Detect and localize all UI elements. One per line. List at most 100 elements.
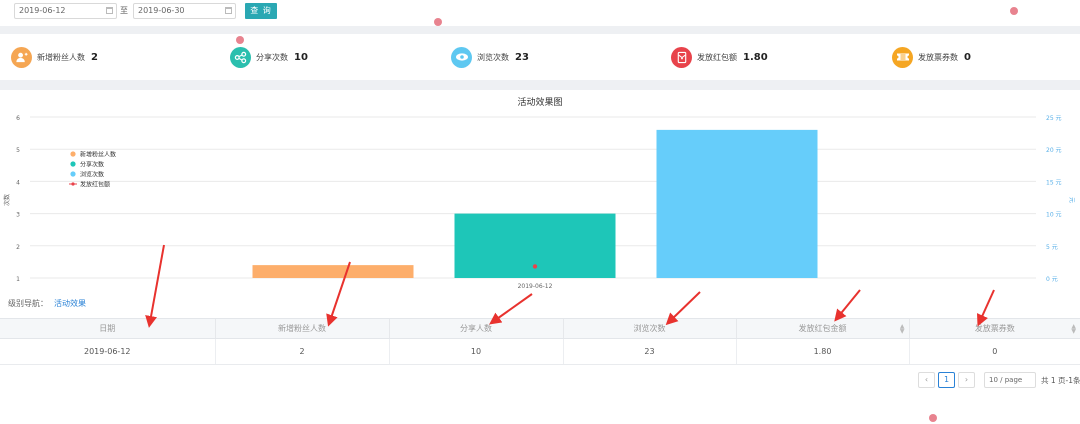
y-tick-label: 3 [16,212,20,219]
y-tick-label: 4 [16,179,20,186]
column-header-red-packet[interactable]: 发放红包金额 ▲ ▼ [735,318,909,339]
next-page-button[interactable]: › [958,372,975,388]
section-divider [0,26,1080,34]
breadcrumb-label: 级别导航： [8,299,48,308]
line-point [532,264,538,269]
red-packet-icon [671,46,692,68]
y2-tick-label: 10 元 [1046,212,1062,219]
table-row: 2019-06-12 2 10 23 1.80 0 [0,338,1080,365]
y-axis-label: 次数 [3,194,11,206]
y2-tick-label: 15 元 [1046,179,1062,186]
table-header-row: 日期 新增粉丝人数 分享人数 浏览次数 发放红包金额 ▲ ▼ 发放票券数 ▲ ▼ [0,318,1080,339]
stat-label: 浏览次数 [477,52,509,62]
activity-chart-panel: 活动效果图 1234560 元5 元 10 元 15 元 20 元 25 元次数元 201… [0,90,1080,290]
annotation-dot [434,18,442,26]
annotation-arrow [977,289,995,327]
y2-axis-label: 元 [1068,197,1075,203]
column-header-views: 浏览次数 [562,318,736,339]
date-range-separator: 至 [120,6,128,15]
stat-value: 23 [515,51,529,63]
legend-label: 发放红包额 [80,180,110,188]
table-cell: 1.80 [735,338,909,365]
user-add-icon [11,46,32,68]
y2-tick-label: 25 元 [1046,115,1062,122]
stat-label: 发放票券数 [918,52,958,62]
legend-marker [71,182,75,186]
column-header-tickets[interactable]: 发放票券数 ▲ ▼ [908,318,1080,339]
y-tick-label: 6 [16,115,20,122]
y2-tick-label: 5 元 [1046,244,1058,251]
stat-label: 发放红包额 [697,52,737,62]
start-date-input[interactable]: 2019-06-12 [14,3,117,19]
stat-label: 新增粉丝人数 [37,52,85,62]
table-cell: 2 [214,338,389,365]
column-header-date: 日期 [0,318,215,339]
end-date-input[interactable]: 2019-06-30 [133,3,236,19]
y2-tick-label: 20 元 [1046,147,1062,154]
activity-report-page: 2019-06-12 至 2019-06-30 查 询 新增粉丝人数 2 分享次… [0,0,1080,424]
date-filter-bar: 2019-06-12 至 2019-06-30 查 询 [0,0,1080,26]
y-tick-label: 1 [16,276,20,283]
column-header-new-fans: 新增粉丝人数 [214,318,389,339]
share-icon [230,46,251,68]
pagination: ‹ 1 › 10 / page 共 1 页-1条 [0,372,1080,388]
column-header-label: 新增粉丝人数 [278,324,326,333]
column-header-label: 发放红包金额 [798,324,847,333]
table-cell: 23 [562,338,736,365]
legend-marker [70,161,76,167]
legend-label: 分享次数 [80,160,104,168]
x-tick-label: 2019-06-12 [518,283,553,290]
sort-icon[interactable]: ▲ ▼ [900,324,905,335]
annotation-dot [236,36,244,44]
stat-value: 0 [964,51,971,63]
table-cell: 0 [908,338,1080,365]
y-tick-label: 5 [16,147,20,154]
activity-table: 日期 新增粉丝人数 分享人数 浏览次数 发放红包金额 ▲ ▼ 发放票券数 ▲ ▼ 201… [0,318,1080,365]
y2-tick-label: 0 元 [1046,276,1058,283]
column-header-label: 分享人数 [460,324,492,333]
prev-page-button[interactable]: ‹ [918,372,935,388]
stat-value: 10 [294,51,308,63]
query-button[interactable]: 查 询 [245,3,277,19]
pagination-total: 共 1 页-1条 [1041,376,1080,385]
calendar-icon [106,7,113,14]
page-button-current[interactable]: 1 [938,372,955,388]
bar [656,129,818,278]
stat-value: 1.80 [743,51,768,63]
table-cell: 2019-06-12 [0,338,215,365]
end-date-value: 2019-06-30 [138,6,185,15]
breadcrumb: 级别导航： 活动效果 [8,298,86,309]
annotation-dot [1010,7,1018,15]
legend-marker [70,151,76,157]
calendar-icon [225,7,232,14]
sort-icon[interactable]: ▲ ▼ [1071,324,1076,335]
activity-chart: 1 2 3 4 5 6 0 元 5 元 10 元 15 元 20 元 25 元次数 元 2019-06-1… [3,115,1075,290]
stats-row: 新增粉丝人数 2 分享次数 10 浏览次数 23 发放红包额 1.80 发放票券… [0,34,1080,80]
section-divider [0,80,1080,90]
column-header-label: 浏览次数 [633,324,666,333]
column-header-shares: 分享人数 [388,318,563,339]
stat-red-packet: 发放红包额 1.80 [671,46,768,68]
eye-icon [451,46,472,68]
stat-value: 2 [91,51,98,63]
y-tick-label: 2 [16,244,20,251]
column-header-label: 发放票券数 [974,324,1015,333]
stat-tickets: 发放票券数 0 [892,46,971,68]
legend-marker [70,171,76,177]
annotation-dot [929,414,937,422]
bar [252,265,414,278]
annotation-arrow [489,293,533,325]
breadcrumb-link-activity[interactable]: 活动效果 [54,299,86,308]
stat-label: 分享次数 [256,52,288,62]
annotation-arrow [665,291,701,326]
legend-label: 浏览次数 [80,170,104,178]
stat-new-fans: 新增粉丝人数 2 [11,46,98,68]
column-header-label: 日期 [99,324,116,333]
stat-shares: 分享次数 10 [230,46,308,68]
ticket-icon [892,46,913,68]
page-size-select[interactable]: 10 / page [984,372,1036,388]
annotation-arrow [834,289,861,322]
legend-label: 新增粉丝人数 [80,150,116,158]
start-date-value: 2019-06-12 [19,6,66,15]
table-cell: 10 [388,338,563,365]
